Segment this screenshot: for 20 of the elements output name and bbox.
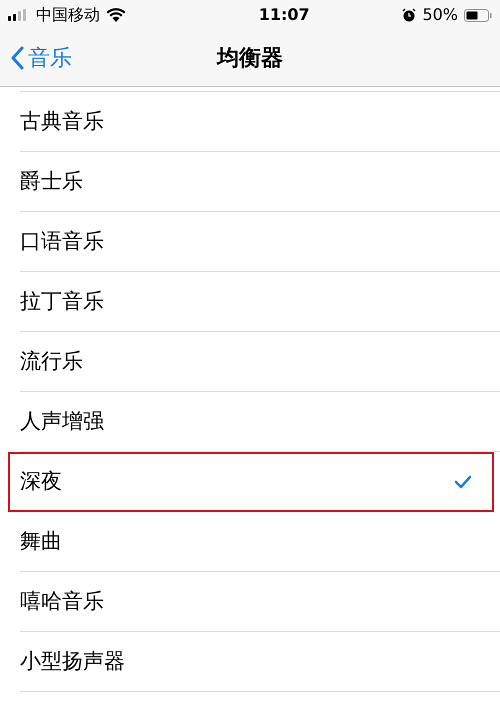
equalizer-option[interactable]: 人声增强: [20, 392, 500, 452]
wifi-icon: [106, 8, 126, 22]
equalizer-option[interactable]: 爵士乐: [20, 152, 500, 212]
carrier-name: 中国移动: [36, 4, 100, 26]
equalizer-option[interactable]: 古典音乐: [20, 92, 500, 152]
chevron-left-icon: [10, 46, 24, 70]
equalizer-option[interactable]: 小型扬声器: [20, 632, 500, 692]
checkmark-icon: [454, 475, 472, 489]
equalizer-option[interactable]: 拉丁音乐: [20, 272, 500, 332]
clock-time: 11:07: [258, 4, 310, 26]
back-button[interactable]: 音乐: [0, 42, 72, 74]
battery-percent: 50%: [422, 4, 458, 26]
equalizer-option[interactable]: 深夜: [8, 452, 494, 512]
screen-title: 均衡器: [217, 44, 283, 72]
equalizer-option[interactable]: 口语音乐: [20, 212, 500, 272]
equalizer-option[interactable]: 嘻哈音乐: [20, 572, 500, 632]
alarm-icon: [402, 8, 416, 22]
equalizer-option[interactable]: 流行乐: [20, 332, 500, 392]
battery-icon: [464, 8, 492, 22]
equalizer-option[interactable]: 舞曲: [20, 512, 500, 572]
